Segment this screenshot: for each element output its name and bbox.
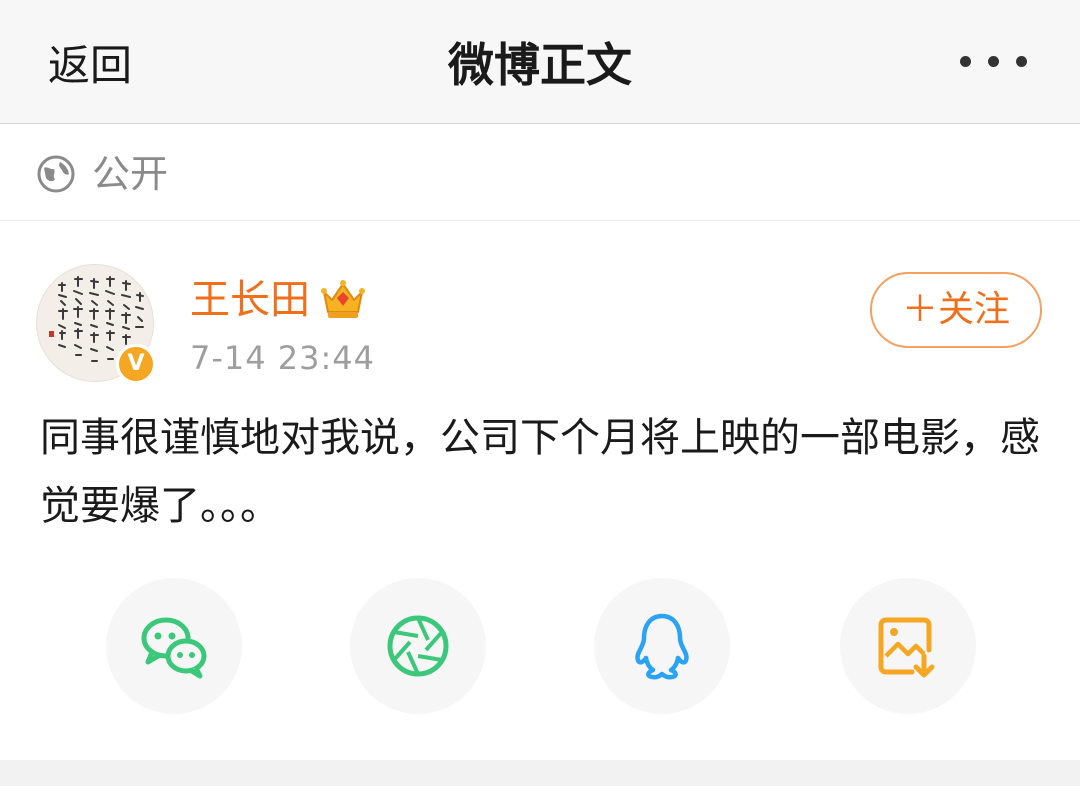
more-dots-icon[interactable] xyxy=(948,44,1038,80)
save-image-icon xyxy=(878,617,935,678)
visibility-label: 公开 xyxy=(92,152,169,196)
qq-icon xyxy=(635,613,689,680)
crown-icon[interactable] xyxy=(320,276,366,322)
share-qq-button[interactable] xyxy=(594,578,730,714)
follow-button[interactable]: ＋关注 xyxy=(870,272,1042,348)
author-name[interactable]: 王长田 xyxy=(190,272,310,328)
footer-divider xyxy=(0,760,1080,786)
nav-bar: 返回 微博正文 xyxy=(0,0,1080,124)
moments-icon xyxy=(387,615,449,677)
save-image-button[interactable] xyxy=(840,578,976,714)
post-content: 同事很谨慎地对我说，公司下个月将上映的一部电影，感觉要爆了。。。 xyxy=(40,415,1040,529)
globe-icon xyxy=(37,155,75,193)
wechat-icon xyxy=(141,617,207,679)
share-moments-button[interactable] xyxy=(350,578,486,714)
page-title: 微博正文 xyxy=(448,38,632,92)
share-wechat-button[interactable] xyxy=(106,578,242,714)
post-timestamp: 7-14 23:44 xyxy=(190,339,376,377)
verified-v-icon: V xyxy=(116,344,156,384)
